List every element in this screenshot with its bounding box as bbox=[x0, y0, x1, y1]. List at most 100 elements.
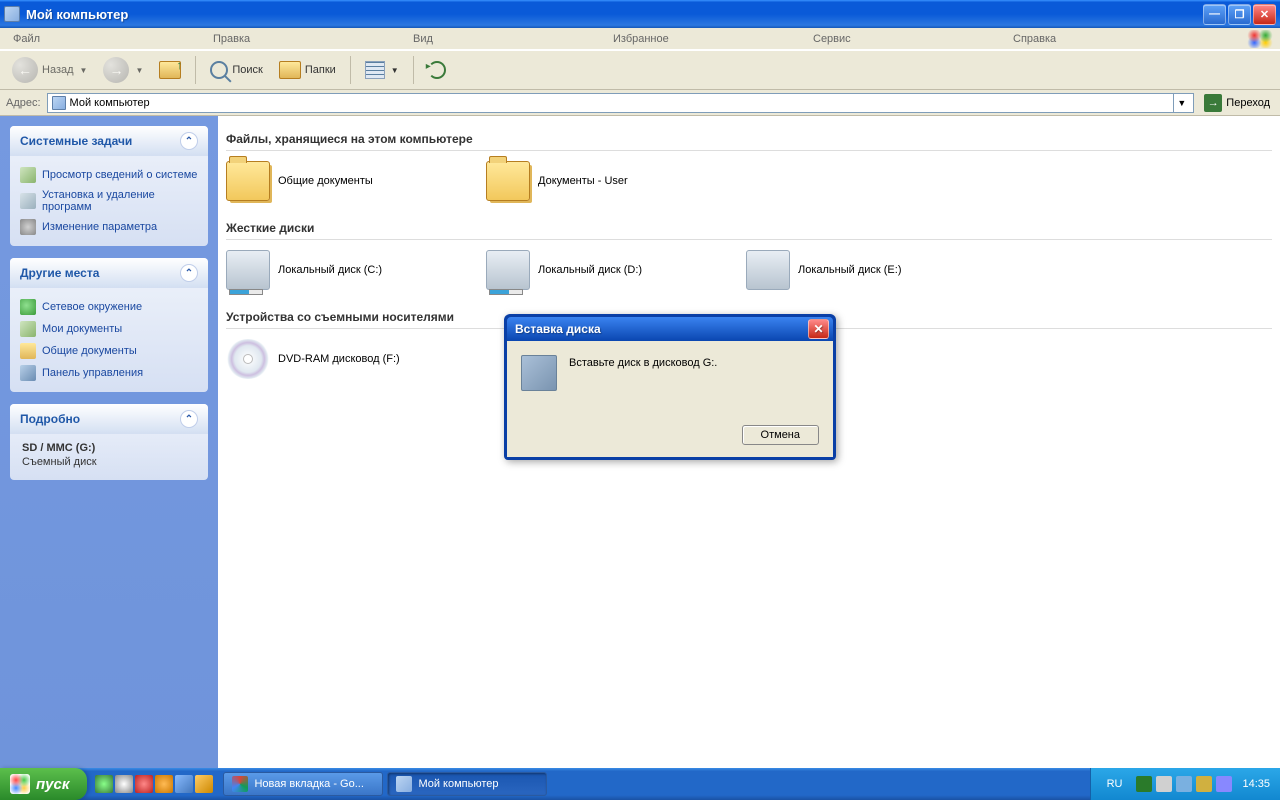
local-disk-e-item[interactable]: Локальный диск (E:) bbox=[746, 250, 946, 290]
back-label: Назад bbox=[42, 64, 74, 76]
folder-icon bbox=[486, 161, 530, 201]
my-documents-link[interactable]: Мои документы bbox=[20, 318, 198, 340]
quick-launch-item[interactable] bbox=[175, 775, 193, 793]
folders-icon bbox=[279, 61, 301, 79]
network-places-link[interactable]: Сетевое окружение bbox=[20, 296, 198, 318]
item-label: Локальный диск (C:) bbox=[278, 264, 382, 276]
dvd-drive-item[interactable]: DVD-RAM дисковод (F:) bbox=[226, 339, 426, 379]
folders-label: Папки bbox=[305, 64, 336, 76]
disk-icon bbox=[486, 250, 530, 290]
collapse-button[interactable]: ⌃ bbox=[180, 410, 198, 428]
search-label: Поиск bbox=[232, 64, 262, 76]
address-field[interactable]: Мой компьютер ▼ bbox=[47, 93, 1195, 113]
info-icon bbox=[20, 167, 36, 183]
forward-button[interactable]: → ▼ bbox=[97, 55, 149, 85]
quick-launch-item[interactable] bbox=[95, 775, 113, 793]
menu-help[interactable]: Справка bbox=[1006, 31, 1206, 47]
other-places-panel: Другие места ⌃ Сетевое окружение Мои док… bbox=[10, 258, 208, 392]
go-button[interactable]: → Переход bbox=[1200, 92, 1274, 114]
windows-flag-icon bbox=[1246, 30, 1274, 48]
quick-launch-item[interactable] bbox=[155, 775, 173, 793]
view-system-info-link[interactable]: Просмотр сведений о системе bbox=[20, 164, 198, 186]
back-button[interactable]: ← Назад ▼ bbox=[6, 55, 93, 85]
quick-launch-item[interactable] bbox=[115, 775, 133, 793]
shared-documents-link[interactable]: Общие документы bbox=[20, 340, 198, 362]
clock[interactable]: 14:35 bbox=[1242, 778, 1270, 790]
my-computer-icon bbox=[396, 776, 412, 792]
local-disk-d-item[interactable]: Локальный диск (D:) bbox=[486, 250, 686, 290]
start-button[interactable]: пуск bbox=[0, 768, 87, 800]
go-arrow-icon: → bbox=[1204, 94, 1222, 112]
views-dropdown-icon[interactable]: ▼ bbox=[391, 66, 399, 75]
item-label: Документы - User bbox=[538, 175, 628, 187]
details-item-name: SD / MMC (G:) bbox=[22, 442, 196, 454]
forward-dropdown-icon[interactable]: ▼ bbox=[135, 66, 143, 75]
close-button[interactable]: ✕ bbox=[1253, 4, 1276, 25]
task-chrome[interactable]: Новая вкладка - Go... bbox=[223, 772, 383, 796]
quick-launch-item[interactable] bbox=[135, 775, 153, 793]
system-tasks-panel: Системные задачи ⌃ Просмотр сведений о с… bbox=[10, 126, 208, 246]
task-my-computer[interactable]: Мой компьютер bbox=[387, 772, 547, 796]
menu-tools[interactable]: Сервис bbox=[806, 31, 1006, 47]
language-indicator[interactable]: RU bbox=[1107, 778, 1123, 790]
task-label: Новая вкладка - Go... bbox=[254, 778, 363, 790]
tray-icon[interactable] bbox=[1136, 776, 1152, 792]
other-places-title: Другие места bbox=[20, 266, 99, 280]
menubar: Файл Правка Вид Избранное Сервис Справка bbox=[0, 28, 1280, 50]
tray-shield-icon[interactable] bbox=[1196, 776, 1212, 792]
user-documents-item[interactable]: Документы - User bbox=[486, 161, 686, 201]
tray-icon[interactable] bbox=[1216, 776, 1232, 792]
back-dropdown-icon[interactable]: ▼ bbox=[80, 66, 88, 75]
quick-launch-item[interactable] bbox=[195, 775, 213, 793]
cancel-button[interactable]: Отмена bbox=[742, 425, 819, 445]
files-section-title: Файлы, хранящиеся на этом компьютере bbox=[226, 128, 1272, 151]
forward-arrow-icon: → bbox=[103, 57, 129, 83]
window-titlebar: Мой компьютер — ❐ ✕ bbox=[0, 0, 1280, 28]
up-button[interactable] bbox=[153, 55, 187, 85]
toolbar: ← Назад ▼ → ▼ Поиск Папки ▼ bbox=[0, 50, 1280, 90]
taskbar: пуск Новая вкладка - Go... Мой компьютер… bbox=[0, 768, 1280, 800]
network-disk-icon bbox=[746, 250, 790, 290]
tasks-pane: Системные задачи ⌃ Просмотр сведений о с… bbox=[0, 116, 218, 768]
up-folder-icon bbox=[159, 61, 181, 79]
dvd-icon bbox=[226, 339, 270, 379]
collapse-button[interactable]: ⌃ bbox=[180, 132, 198, 150]
dialog-close-button[interactable]: ✕ bbox=[808, 319, 829, 339]
my-computer-icon bbox=[4, 6, 20, 22]
item-label: DVD-RAM дисковод (F:) bbox=[278, 353, 400, 365]
minimize-button[interactable]: — bbox=[1203, 4, 1226, 25]
control-panel-link[interactable]: Панель управления bbox=[20, 362, 198, 384]
chrome-icon bbox=[232, 776, 248, 792]
tray-volume-icon[interactable] bbox=[1176, 776, 1192, 792]
menu-favorites[interactable]: Избранное bbox=[606, 31, 806, 47]
add-remove-programs-link[interactable]: Установка и удаление программ bbox=[20, 186, 198, 216]
change-setting-link[interactable]: Изменение параметра bbox=[20, 216, 198, 238]
details-item-type: Съемный диск bbox=[22, 456, 196, 468]
folders-button[interactable]: Папки bbox=[273, 55, 342, 85]
maximize-button[interactable]: ❐ bbox=[1228, 4, 1251, 25]
item-label: Локальный диск (D:) bbox=[538, 264, 642, 276]
item-label: Общие документы bbox=[278, 175, 373, 187]
my-computer-mini-icon bbox=[52, 96, 66, 110]
details-panel: Подробно ⌃ SD / MMC (G:) Съемный диск bbox=[10, 404, 208, 480]
address-dropdown-icon[interactable]: ▼ bbox=[1173, 94, 1189, 112]
back-arrow-icon: ← bbox=[12, 57, 38, 83]
shared-documents-item[interactable]: Общие документы bbox=[226, 161, 426, 201]
local-disk-c-item[interactable]: Локальный диск (C:) bbox=[226, 250, 426, 290]
documents-icon bbox=[20, 321, 36, 337]
network-icon bbox=[20, 299, 36, 315]
toolbar-separator bbox=[350, 56, 351, 84]
gear-icon bbox=[20, 219, 36, 235]
tray-icon[interactable] bbox=[1156, 776, 1172, 792]
menu-edit[interactable]: Правка bbox=[206, 31, 406, 47]
windows-logo-icon bbox=[10, 774, 30, 794]
refresh-button[interactable] bbox=[422, 55, 452, 85]
menu-view[interactable]: Вид bbox=[406, 31, 606, 47]
toolbar-separator bbox=[195, 56, 196, 84]
collapse-button[interactable]: ⌃ bbox=[180, 264, 198, 282]
search-button[interactable]: Поиск bbox=[204, 55, 268, 85]
address-value: Мой компьютер bbox=[70, 97, 150, 109]
disk-insert-icon bbox=[521, 355, 557, 391]
views-button[interactable]: ▼ bbox=[359, 55, 405, 85]
menu-file[interactable]: Файл bbox=[6, 31, 206, 47]
